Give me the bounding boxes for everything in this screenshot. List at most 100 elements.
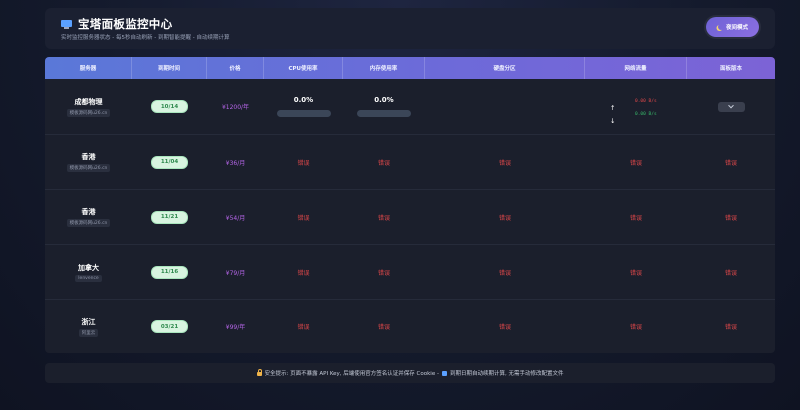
server-tag: 模板源码网u26.cn bbox=[66, 108, 111, 117]
version-dropdown-button[interactable] bbox=[717, 101, 745, 112]
cpu-value: 0.0% bbox=[293, 96, 314, 104]
version-cell: 错误 bbox=[687, 300, 775, 353]
server-name: 香港 bbox=[81, 208, 96, 216]
cpu-usage-bar bbox=[276, 110, 331, 117]
price-cell: ¥1200/年 bbox=[207, 79, 264, 134]
version-cell: 错误 bbox=[687, 190, 775, 244]
footer-notice: 安全提示: 页面不暴露 API Key, 后端使用官方签名认证并保存 Cooki… bbox=[45, 363, 775, 383]
version-error: 错误 bbox=[724, 214, 737, 222]
server-cell: 浙江 阿里云 bbox=[45, 300, 132, 353]
network-cell: 错误 bbox=[585, 245, 687, 299]
expiry-date-badge: 10/14 bbox=[151, 100, 188, 113]
price-cell: ¥54/月 bbox=[207, 190, 264, 244]
table-row: 香港 模板源码网u26.cn 11/21 ¥54/月 错误 错误 错误 错误 错… bbox=[45, 190, 775, 245]
title-row: 宝塔面板监控中心 bbox=[61, 16, 172, 32]
server-cell: 成都物理 模板源码网u26.cn bbox=[45, 79, 132, 134]
price-cell: ¥79/月 bbox=[207, 245, 264, 299]
disk-error: 错误 bbox=[498, 269, 511, 277]
net-download-rate: 0.00 B/s bbox=[635, 112, 657, 117]
table-row: 成都物理 模板源码网u26.cn 10/14 ¥1200/年 0.0% 0.0%… bbox=[45, 79, 775, 135]
cpu-cell: 错误 bbox=[264, 190, 343, 244]
memory-cell: 错误 bbox=[343, 245, 425, 299]
network-error: 错误 bbox=[629, 324, 642, 331]
price-value: ¥54/月 bbox=[225, 214, 246, 222]
version-error: 错误 bbox=[724, 324, 737, 331]
cpu-cell: 0.0% bbox=[264, 79, 343, 134]
memory-error: 错误 bbox=[377, 324, 390, 331]
price-value: ¥1200/年 bbox=[221, 104, 250, 111]
network-error: 错误 bbox=[629, 269, 642, 277]
version-error: 错误 bbox=[724, 269, 737, 277]
server-cell: 加拿大 lenvence bbox=[45, 245, 132, 299]
table-row: 浙江 阿里云 03/21 ¥99/年 错误 错误 错误 错误 错误 bbox=[45, 300, 775, 353]
footer-security-text: 安全提示: 页面不暴露 API Key, 后端使用官方签名认证并保存 Cooki… bbox=[264, 371, 439, 377]
column-header-version: 面板版本 bbox=[719, 66, 742, 72]
cpu-cell: 错误 bbox=[264, 135, 343, 189]
header-card: 宝塔面板监控中心 实时监控服务器状态 - 每5秒自动刷新 - 到期智能提醒 - … bbox=[45, 8, 775, 49]
price-cell: ¥99/年 bbox=[207, 300, 264, 353]
memory-cell: 错误 bbox=[343, 300, 425, 353]
page-title: 宝塔面板监控中心 bbox=[78, 17, 173, 31]
disk-error: 错误 bbox=[498, 324, 511, 331]
disk-error: 错误 bbox=[498, 159, 511, 167]
disk-cell bbox=[425, 79, 585, 134]
server-table: 服务器 到期时间 价格 CPU使用率 内存使用率 硬盘分区 网络流量 面板版本 … bbox=[45, 57, 775, 353]
night-mode-label: 夜间模式 bbox=[725, 25, 748, 31]
column-header-memory: 内存使用率 bbox=[343, 57, 425, 79]
price-value: ¥79/月 bbox=[225, 269, 246, 277]
server-cell: 香港 模板源码网u26.cn bbox=[45, 190, 132, 244]
column-header-cpu: CPU使用率 bbox=[264, 57, 343, 79]
server-tag: lenvence bbox=[75, 274, 102, 282]
column-header-network: 网络流量 bbox=[585, 57, 687, 79]
expiry-cell: 11/16 bbox=[132, 245, 207, 299]
calendar-icon bbox=[441, 370, 447, 376]
column-header-disk: 硬盘分区 bbox=[425, 57, 585, 79]
net-upload-rate: 0.00 B/s bbox=[635, 99, 657, 104]
price-cell: ¥36/月 bbox=[207, 135, 264, 189]
table-row: 加拿大 lenvence 11/16 ¥79/月 错误 错误 错误 错误 错误 bbox=[45, 245, 775, 300]
network-cell: 错误 bbox=[585, 300, 687, 353]
server-name: 成都物理 bbox=[74, 97, 103, 106]
cpu-cell: 错误 bbox=[264, 300, 343, 353]
column-header-server: 服务器 bbox=[45, 57, 132, 79]
server-name: 浙江 bbox=[81, 317, 96, 326]
server-tag: 阿里云 bbox=[78, 328, 99, 337]
network-cell: 错误 bbox=[585, 190, 687, 244]
expiry-cell: 10/14 bbox=[132, 79, 207, 134]
expiry-date-badge: 03/21 bbox=[151, 320, 188, 333]
cpu-error: 错误 bbox=[297, 159, 310, 167]
night-mode-button[interactable]: 夜间模式 bbox=[706, 17, 759, 37]
expiry-date-badge: 11/04 bbox=[151, 155, 188, 169]
expiry-cell: 11/04 bbox=[132, 135, 207, 189]
disk-cell: 错误 bbox=[425, 190, 585, 244]
memory-cell: 0.0% bbox=[343, 79, 425, 134]
page-subtitle: 实时监控服务器状态 - 每5秒自动刷新 - 到期智能提醒 - 自动续期计算 bbox=[61, 35, 230, 41]
memory-value: 0.0% bbox=[374, 96, 394, 104]
server-name: 香港 bbox=[81, 153, 96, 161]
network-error: 错误 bbox=[629, 159, 642, 167]
disk-cell: 错误 bbox=[425, 135, 585, 189]
server-tag: 模板源码网u26.cn bbox=[66, 164, 111, 172]
disk-cell: 错误 bbox=[425, 300, 585, 353]
cpu-error: 错误 bbox=[297, 324, 310, 331]
server-name: 加拿大 bbox=[78, 263, 99, 272]
disk-cell: 错误 bbox=[425, 245, 585, 299]
network-error: 错误 bbox=[629, 214, 642, 222]
price-value: ¥36/月 bbox=[225, 159, 246, 167]
monitor-icon bbox=[61, 19, 72, 29]
server-tag: 模板源码网u26.cn bbox=[66, 219, 111, 227]
arrow-down-icon: ↓ bbox=[610, 117, 616, 125]
disk-error: 错误 bbox=[498, 214, 511, 222]
version-cell bbox=[687, 79, 775, 134]
column-header-expiry: 到期时间 bbox=[132, 57, 207, 79]
table-header: 服务器 到期时间 价格 CPU使用率 内存使用率 硬盘分区 网络流量 面板版本 bbox=[45, 57, 775, 79]
network-cell: 错误 bbox=[585, 135, 687, 189]
memory-cell: 错误 bbox=[343, 135, 425, 189]
column-header-price: 价格 bbox=[207, 57, 264, 79]
chevron-down-icon bbox=[728, 102, 734, 108]
version-error: 错误 bbox=[724, 159, 737, 167]
version-cell: 错误 bbox=[687, 135, 775, 189]
expiry-cell: 11/21 bbox=[132, 190, 207, 244]
memory-usage-bar bbox=[357, 110, 411, 117]
cpu-error: 错误 bbox=[297, 269, 310, 277]
